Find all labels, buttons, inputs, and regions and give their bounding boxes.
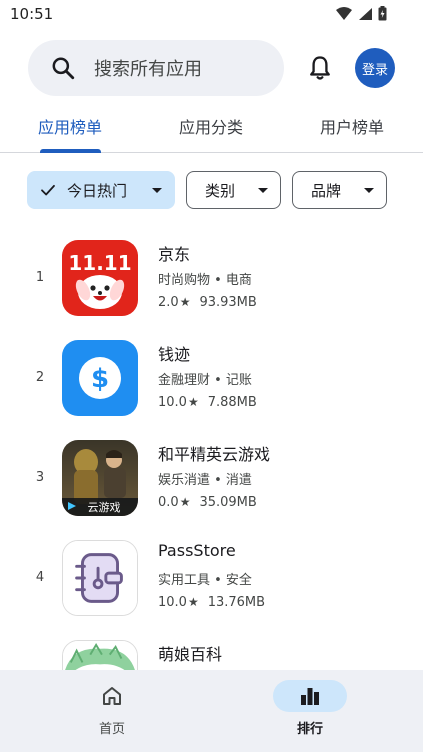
tab-app-categories[interactable]: 应用分类 bbox=[179, 114, 243, 138]
tab-app-ranking[interactable]: 应用榜单 bbox=[38, 114, 102, 138]
app-size: 7.88MB bbox=[207, 395, 257, 410]
app-name: 和平精英云游戏 bbox=[158, 445, 271, 464]
app-rating: 0.0 bbox=[158, 495, 179, 510]
game-icon: 云游戏 bbox=[62, 440, 138, 516]
nav-label: 首页 bbox=[98, 722, 125, 737]
app-name: 钱迹 bbox=[158, 345, 191, 364]
search-bar[interactable]: 搜索所有应用 bbox=[28, 40, 284, 96]
list-item[interactable]: 1 11.11 京东 时尚购物 • 电商 2.0★ 93.93MB bbox=[0, 240, 423, 336]
app-name: 萌娘百科 bbox=[158, 645, 223, 664]
filter-chip-today-hot[interactable]: 今日热门 bbox=[27, 171, 175, 209]
app-category: 实用工具 • 安全 bbox=[158, 573, 252, 588]
wifi-icon bbox=[336, 6, 352, 20]
chevron-down-icon bbox=[152, 187, 162, 193]
ranking-icon bbox=[301, 688, 319, 705]
app-category: 时尚购物 • 电商 bbox=[158, 273, 252, 288]
star-icon: ★ bbox=[179, 295, 191, 309]
app-name: 京东 bbox=[158, 245, 191, 264]
rank-number: 1 bbox=[35, 270, 45, 285]
svg-text:11.11: 11.11 bbox=[68, 251, 131, 275]
app-rating: 2.0 bbox=[158, 295, 179, 310]
bottom-nav: 首页 排行 bbox=[0, 670, 423, 752]
star-icon: ★ bbox=[187, 595, 199, 609]
signal-icon bbox=[359, 7, 372, 20]
app-category: 金融理财 • 记账 bbox=[158, 373, 252, 388]
filter-chip-label: 今日热门 bbox=[67, 181, 128, 200]
search-icon bbox=[52, 57, 75, 80]
chevron-down-icon bbox=[258, 187, 268, 193]
list-item[interactable]: 3 云游戏 和平精英云游戏 娱乐消遣 • 消遣 0.0★ 35.09MB bbox=[0, 440, 423, 536]
bell-icon[interactable] bbox=[306, 54, 334, 82]
app-size: 93.93MB bbox=[199, 295, 257, 310]
nav-label: 排行 bbox=[296, 722, 323, 737]
rank-number: 2 bbox=[35, 370, 45, 385]
tab-bar: 应用榜单 应用分类 用户榜单 bbox=[0, 104, 423, 153]
home-icon bbox=[103, 687, 121, 705]
tab-indicator bbox=[40, 149, 101, 153]
filter-chip-brand[interactable]: 品牌 bbox=[292, 171, 387, 209]
qianji-icon: $ bbox=[62, 340, 138, 416]
login-button[interactable]: 登录 bbox=[355, 48, 395, 88]
filter-chip-category[interactable]: 类别 bbox=[186, 171, 281, 209]
filter-chip-label: 品牌 bbox=[311, 181, 342, 200]
rank-number: 4 bbox=[35, 570, 45, 585]
star-icon: ★ bbox=[179, 495, 191, 509]
status-bar: 10:51 bbox=[0, 0, 423, 30]
check-icon bbox=[41, 184, 55, 196]
battery-icon bbox=[378, 6, 387, 21]
nav-item-home[interactable]: 首页 bbox=[62, 680, 162, 740]
rank-number: 3 bbox=[35, 470, 45, 485]
tab-user-ranking[interactable]: 用户榜单 bbox=[320, 114, 384, 138]
list-item[interactable]: 4 PassStore 实用工具 • 安全 10.0★ 13.76MB bbox=[0, 540, 423, 636]
app-meta: 10.0★ 13.76MB bbox=[158, 595, 265, 610]
app-meta: 2.0★ 93.93MB bbox=[158, 295, 257, 310]
app-rating: 10.0 bbox=[158, 595, 187, 610]
svg-text:云游戏: 云游戏 bbox=[88, 501, 121, 514]
app-meta: 0.0★ 35.09MB bbox=[158, 495, 257, 510]
star-icon: ★ bbox=[187, 395, 199, 409]
app-size: 13.76MB bbox=[207, 595, 266, 610]
filter-chip-label: 类别 bbox=[205, 181, 236, 200]
jd-icon: 11.11 bbox=[62, 240, 138, 316]
passstore-icon bbox=[62, 540, 138, 616]
app-meta: 10.0★ 7.88MB bbox=[158, 395, 257, 410]
search-placeholder[interactable]: 搜索所有应用 bbox=[94, 55, 202, 81]
nav-item-ranking[interactable]: 排行 bbox=[260, 680, 360, 740]
app-rating: 10.0 bbox=[158, 395, 187, 410]
status-time: 10:51 bbox=[10, 5, 54, 23]
list-item[interactable]: 2 $ 钱迹 金融理财 • 记账 10.0★ 7.88MB bbox=[0, 340, 423, 436]
chevron-down-icon bbox=[364, 187, 374, 193]
app-category: 娱乐消遣 • 消遣 bbox=[158, 473, 252, 488]
app-size: 35.09MB bbox=[199, 495, 257, 510]
svg-text:$: $ bbox=[91, 364, 109, 394]
app-name: PassStore bbox=[158, 541, 236, 560]
